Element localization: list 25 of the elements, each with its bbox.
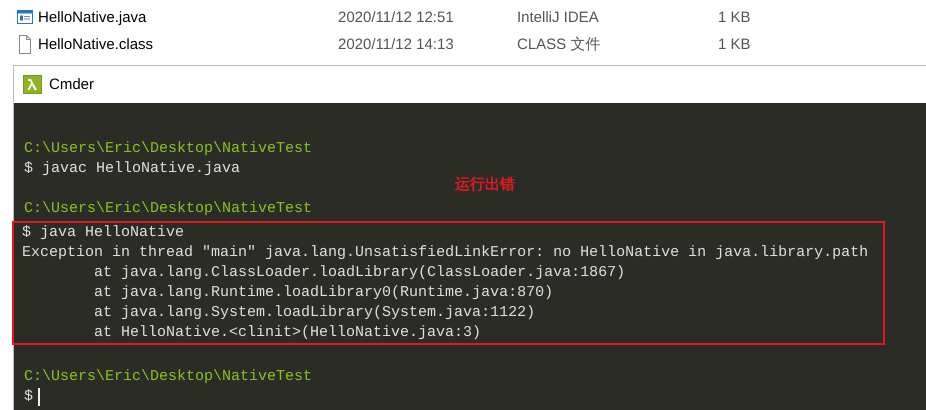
output-text: at java.lang.ClassLoader.loadLibrary(ClassLoader.java:1867) xyxy=(94,263,626,283)
file-icon xyxy=(17,34,33,54)
output-text: at java.lang.System.loadLibrary(System.java:1122) xyxy=(94,303,536,323)
file-name[interactable]: HelloNative.class xyxy=(38,36,338,52)
lambda-icon xyxy=(23,75,42,94)
file-type: IntelliJ IDEA xyxy=(517,8,600,26)
annotation-text: 运行出错 xyxy=(455,175,515,194)
output-text: Exception in thread "main" java.lang.UnsatisfiedLinkError: no HelloNative in java.library.path xyxy=(22,243,868,263)
prompt-path: C:\Users\Eric\Desktop\NativeTest xyxy=(24,199,312,219)
prompt-path: C:\Users\Eric\Desktop\NativeTest xyxy=(24,139,312,159)
file-date: 2020/11/12 14:13 xyxy=(338,36,455,52)
text-cursor xyxy=(38,388,40,406)
command-text: $ javac HelloNative.java xyxy=(24,159,240,179)
file-name[interactable]: HelloNative.java xyxy=(38,8,338,26)
file-size: 1 KB xyxy=(718,8,751,26)
command-text: $ java HelloNative xyxy=(22,223,184,243)
file-date: 2020/11/12 12:51 xyxy=(338,8,455,26)
prompt-text: $ xyxy=(24,387,34,407)
file-type: CLASS 文件 xyxy=(517,34,602,54)
output-text: at HelloNative.<clinit>(HelloNative.java:3) xyxy=(94,323,482,343)
document-icon xyxy=(17,8,33,26)
prompt-path: C:\Users\Eric\Desktop\NativeTest xyxy=(24,367,312,387)
window-title: Cmder xyxy=(49,76,94,93)
output-text: at java.lang.Runtime.loadLibrary0(Runtime.java:870) xyxy=(94,283,554,303)
file-size: 1 KB xyxy=(718,36,751,52)
